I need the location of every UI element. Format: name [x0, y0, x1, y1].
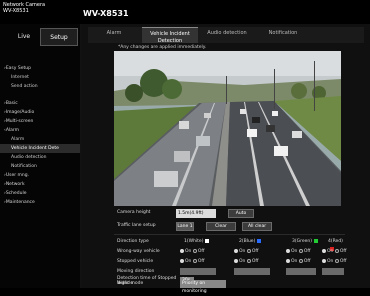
camera-height-select[interactable]: 1.5m(4.9ft) — [176, 209, 216, 218]
row-moving-direction: Moving direction — [114, 268, 345, 276]
menu-multi-screen[interactable]: ›Multi-screen — [0, 117, 80, 126]
moving-direction-label: Moving direction — [117, 269, 155, 274]
menu-maintenance[interactable]: ›Maintenance — [0, 198, 80, 207]
camera-video[interactable] — [114, 51, 341, 206]
moving-direction-2-field[interactable] — [234, 268, 270, 275]
model-title: WV-X8531 — [83, 9, 129, 18]
menu-image-audio[interactable]: ›Image/Audio — [0, 108, 80, 117]
wrong-way-3-radio[interactable]: On Off — [286, 248, 311, 256]
wrong-way-4-radio[interactable]: On Off — [322, 248, 347, 256]
tab-vehicle-incident[interactable]: Vehicle Incident Detection — [142, 27, 198, 44]
setup-menu: ›Easy Setup Internet Send action ›Basic … — [0, 64, 80, 207]
row-direction-type: Direction type 1(White) 2(Blue) 3(Green)… — [114, 238, 345, 251]
wrong-way-1-radio[interactable]: On Off — [180, 248, 205, 256]
stopped-4-radio[interactable]: On Off — [322, 258, 347, 266]
menu-basic[interactable]: ›Basic — [0, 99, 80, 108]
top-bar: Network Camera WV-X8531 WV-X8531 — [0, 0, 370, 24]
tab-notification[interactable]: Notification — [258, 27, 308, 43]
sidebar: Live Setup ›Easy Setup Internet Send act… — [0, 24, 82, 288]
menu-easy-setup[interactable]: ›Easy Setup — [0, 64, 80, 73]
brand-logo: Network Camera WV-X8531 — [3, 2, 45, 14]
tab-live[interactable]: Live — [12, 28, 36, 46]
alarm-tabs: Alarm Vehicle Incident Detection Audio d… — [88, 27, 364, 44]
direction-type-label: Direction type — [117, 239, 149, 244]
camera-height-label: Camera height — [117, 210, 151, 215]
moving-direction-4-field[interactable] — [322, 268, 344, 275]
menu-audio-detection[interactable]: Audio detection — [0, 153, 80, 162]
stopped-3-radio[interactable]: On Off — [286, 258, 311, 266]
auto-button[interactable]: Auto — [228, 209, 254, 218]
brand-line-2: WV-X8531 — [3, 8, 29, 14]
tab-setup[interactable]: Setup — [40, 28, 78, 46]
tab-audio-detection[interactable]: Audio detection — [200, 27, 254, 43]
menu-alarm-sub[interactable]: Alarm — [0, 135, 80, 144]
row-camera-height: Camera height 1.5m(4.9ft) Auto — [114, 209, 345, 218]
direction-1: 1(White) — [184, 238, 210, 246]
traffic-lane-label: Traffic lane setup — [117, 223, 156, 228]
lane-button[interactable]: Lane 1 — [176, 222, 194, 231]
row-night-mode: Night mode Priority on monitoring — [114, 280, 345, 294]
menu-schedule[interactable]: ›Schedule — [0, 189, 80, 198]
wrong-way-label: Wrong-way vehicle — [117, 249, 160, 254]
menu-user-mng[interactable]: ›User mng. — [0, 171, 80, 180]
moving-direction-1-field[interactable] — [180, 268, 216, 275]
menu-network[interactable]: ›Network — [0, 180, 80, 189]
row-stopped: Stopped vehicle On Off On Off On Off On … — [114, 258, 347, 266]
moving-direction-3-field[interactable] — [286, 268, 316, 275]
wrong-way-2-radio[interactable]: On Off — [234, 248, 259, 256]
main-content: Alarm Vehicle Incident Detection Audio d… — [82, 24, 370, 294]
menu-internet[interactable]: Internet — [0, 73, 80, 82]
night-mode-select[interactable]: Priority on monitoring — [180, 280, 226, 294]
menu-notification[interactable]: Notification — [0, 162, 80, 171]
menu-alarm[interactable]: ‹Alarm — [0, 126, 80, 135]
stopped-1-radio[interactable]: On Off — [180, 258, 205, 266]
row-traffic-lane: Traffic lane setup Lane 1 Clear All clea… — [114, 222, 345, 231]
detection-settings: Camera height 1.5m(4.9ft) Auto Traffic l… — [114, 209, 347, 288]
direction-2: 2(Blue) — [239, 238, 262, 246]
tab-alarm[interactable]: Alarm — [92, 27, 136, 43]
direction-3: 3(Green) — [292, 238, 319, 246]
menu-vehicle-incident[interactable]: Vehicle Incident Dete — [0, 144, 80, 153]
stopped-label: Stopped vehicle — [117, 259, 154, 264]
stopped-2-radio[interactable]: On Off — [234, 258, 259, 266]
night-mode-label: Night mode — [117, 281, 144, 286]
green-swatch-icon — [314, 238, 319, 243]
view-tabs: Live Setup — [12, 28, 78, 46]
clear-button[interactable]: Clear — [206, 222, 236, 231]
white-swatch-icon — [205, 238, 210, 243]
all-clear-button[interactable]: All clear — [242, 222, 272, 231]
notice-text: *Any changes are applied immediately. — [118, 45, 207, 50]
highway-scene — [114, 51, 341, 206]
row-wrong-way: Wrong-way vehicle On Off On Off On Off O… — [114, 248, 347, 256]
menu-send-action[interactable]: Send action — [0, 82, 80, 91]
blue-swatch-icon — [257, 238, 262, 243]
